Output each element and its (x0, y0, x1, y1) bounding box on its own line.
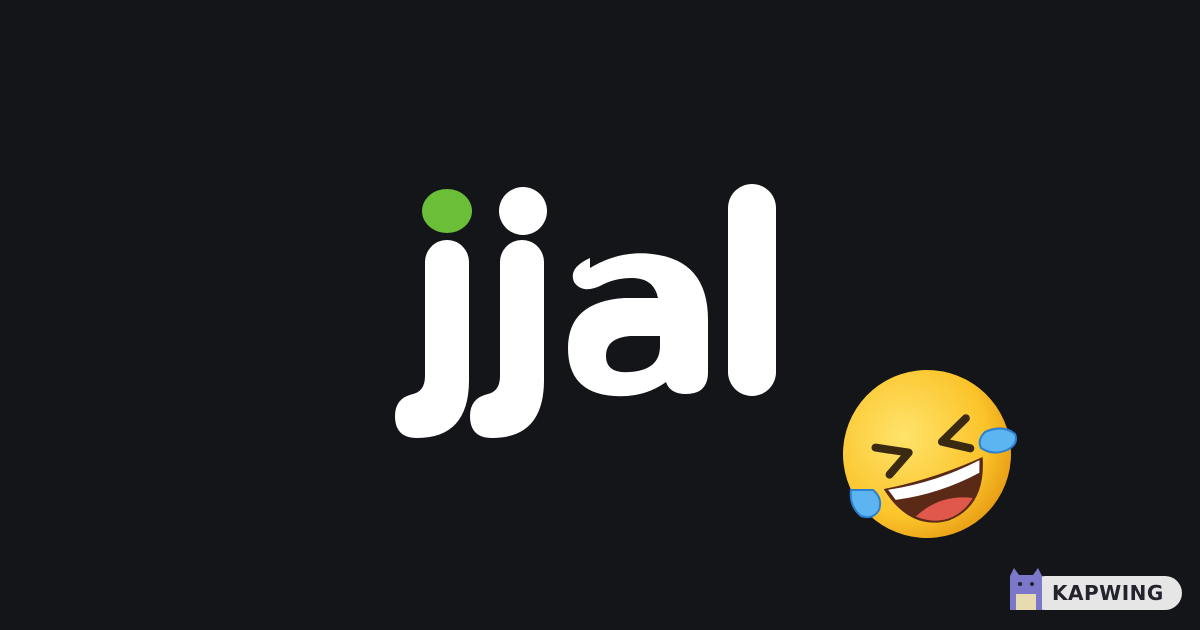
logo-letter-j1 (395, 240, 469, 438)
logo-dot-green (422, 189, 472, 233)
rolling-on-the-floor-laughing-emoji (843, 370, 1017, 538)
watermark-label: KAPWING (1052, 581, 1164, 605)
logo-letter-l (728, 184, 776, 396)
jjal-logo (395, 184, 776, 438)
kapwing-watermark[interactable]: KAPWING (1006, 566, 1182, 612)
kapwing-mascot-icon (1010, 568, 1042, 610)
logo-letter-j2 (470, 240, 544, 438)
logo-dot-white (499, 187, 547, 235)
logo-letter-a (568, 253, 708, 397)
share-image: KAPWING (0, 0, 1200, 630)
